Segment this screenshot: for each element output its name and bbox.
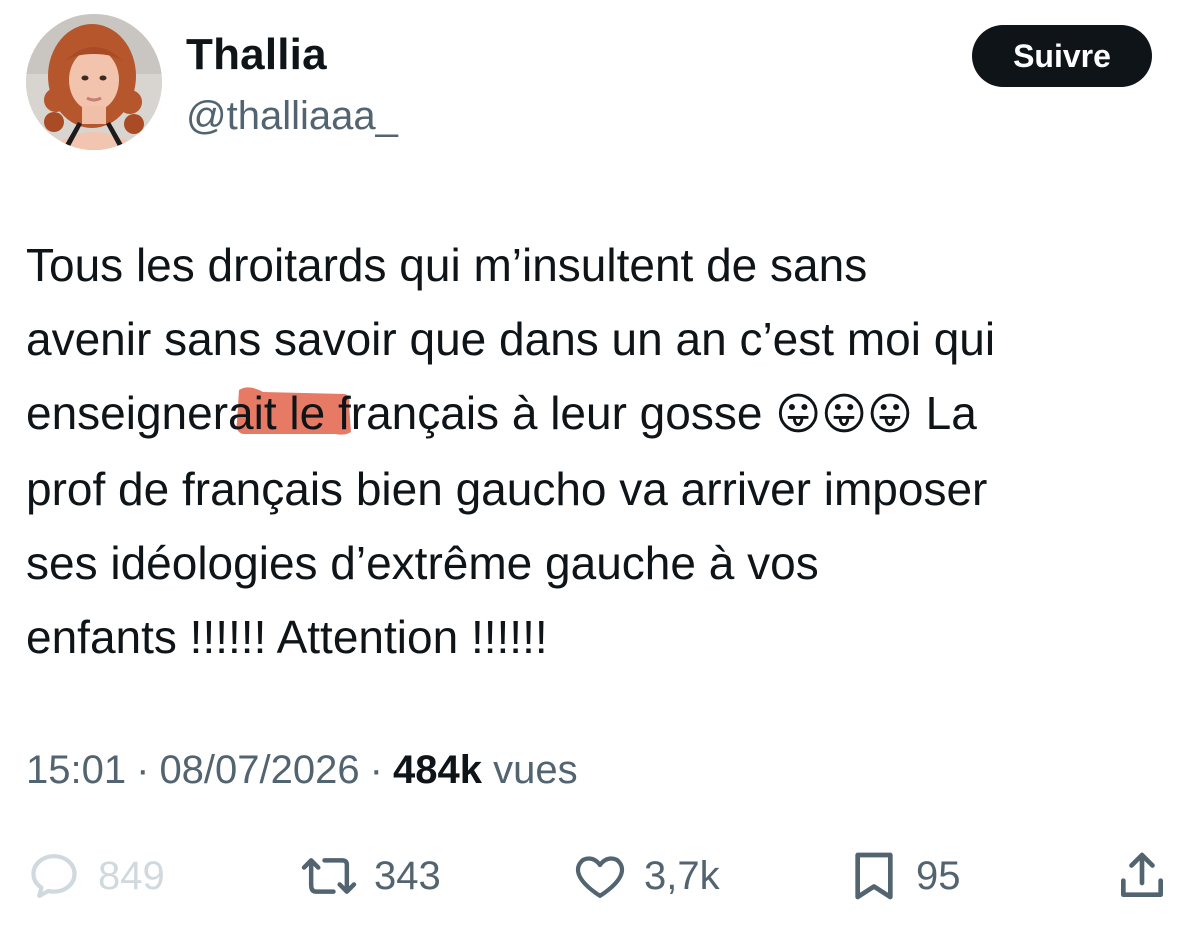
bookmark-button[interactable]: 95 — [848, 836, 961, 916]
tweet-time[interactable]: 15:01 — [26, 748, 126, 792]
reply-count: 849 — [98, 853, 165, 898]
tweet-line-2: avenir sans savoir que dans un an c’est … — [26, 313, 996, 365]
repost-icon — [301, 858, 357, 894]
reply-button[interactable]: 849 — [26, 836, 165, 916]
tweet-date[interactable]: 08/07/2026 — [159, 748, 359, 792]
user-handle[interactable]: @thalliaaa_ — [186, 94, 398, 139]
tweet-line-4: prof de français bien gaucho va arriver … — [26, 463, 988, 515]
tweet-line-1: Tous les droitards qui m’insultent de sa… — [26, 239, 868, 291]
follow-button[interactable]: Suivre — [972, 25, 1152, 87]
views-label: vues — [493, 748, 578, 792]
tweet-text: Tous les droitards qui m’insultent de sa… — [26, 228, 1176, 674]
like-count: 3,7k — [644, 853, 720, 898]
meta-separator: · — [136, 748, 150, 792]
avatar[interactable] — [26, 14, 162, 150]
like-button[interactable]: 3,7k — [572, 836, 720, 916]
tweet-meta: 15:01 · 08/07/2026 · 484k vues — [26, 748, 578, 793]
meta-separator: · — [369, 748, 383, 792]
tweet-card: Thallia @thalliaaa_ Suivre Tous les droi… — [0, 0, 1200, 930]
display-name[interactable]: Thallia — [186, 30, 327, 80]
views-count: 484k — [392, 748, 482, 792]
tweet-line-5: ses idéologies d’extrême gauche à vos — [26, 537, 819, 589]
repost-count: 343 — [374, 853, 441, 898]
repost-button[interactable]: 343 — [300, 836, 441, 916]
bookmark-count: 95 — [916, 853, 961, 898]
reply-icon — [31, 854, 77, 898]
tweet-line-6: enfants !!!!!! Attention !!!!!! — [26, 611, 548, 663]
share-button[interactable] — [1114, 836, 1170, 916]
bookmark-icon — [855, 852, 893, 900]
share-icon — [1121, 852, 1163, 897]
avatar-image — [26, 14, 162, 150]
action-bar: 849 343 3,7k 95 — [0, 836, 1200, 916]
tongue-emoji: 😛😛😛 — [775, 389, 913, 440]
heart-icon — [575, 856, 625, 898]
tweet-line-3: enseignerait le français à leur gosse — [26, 387, 776, 439]
tweet-line-3-tail: La — [912, 387, 977, 439]
